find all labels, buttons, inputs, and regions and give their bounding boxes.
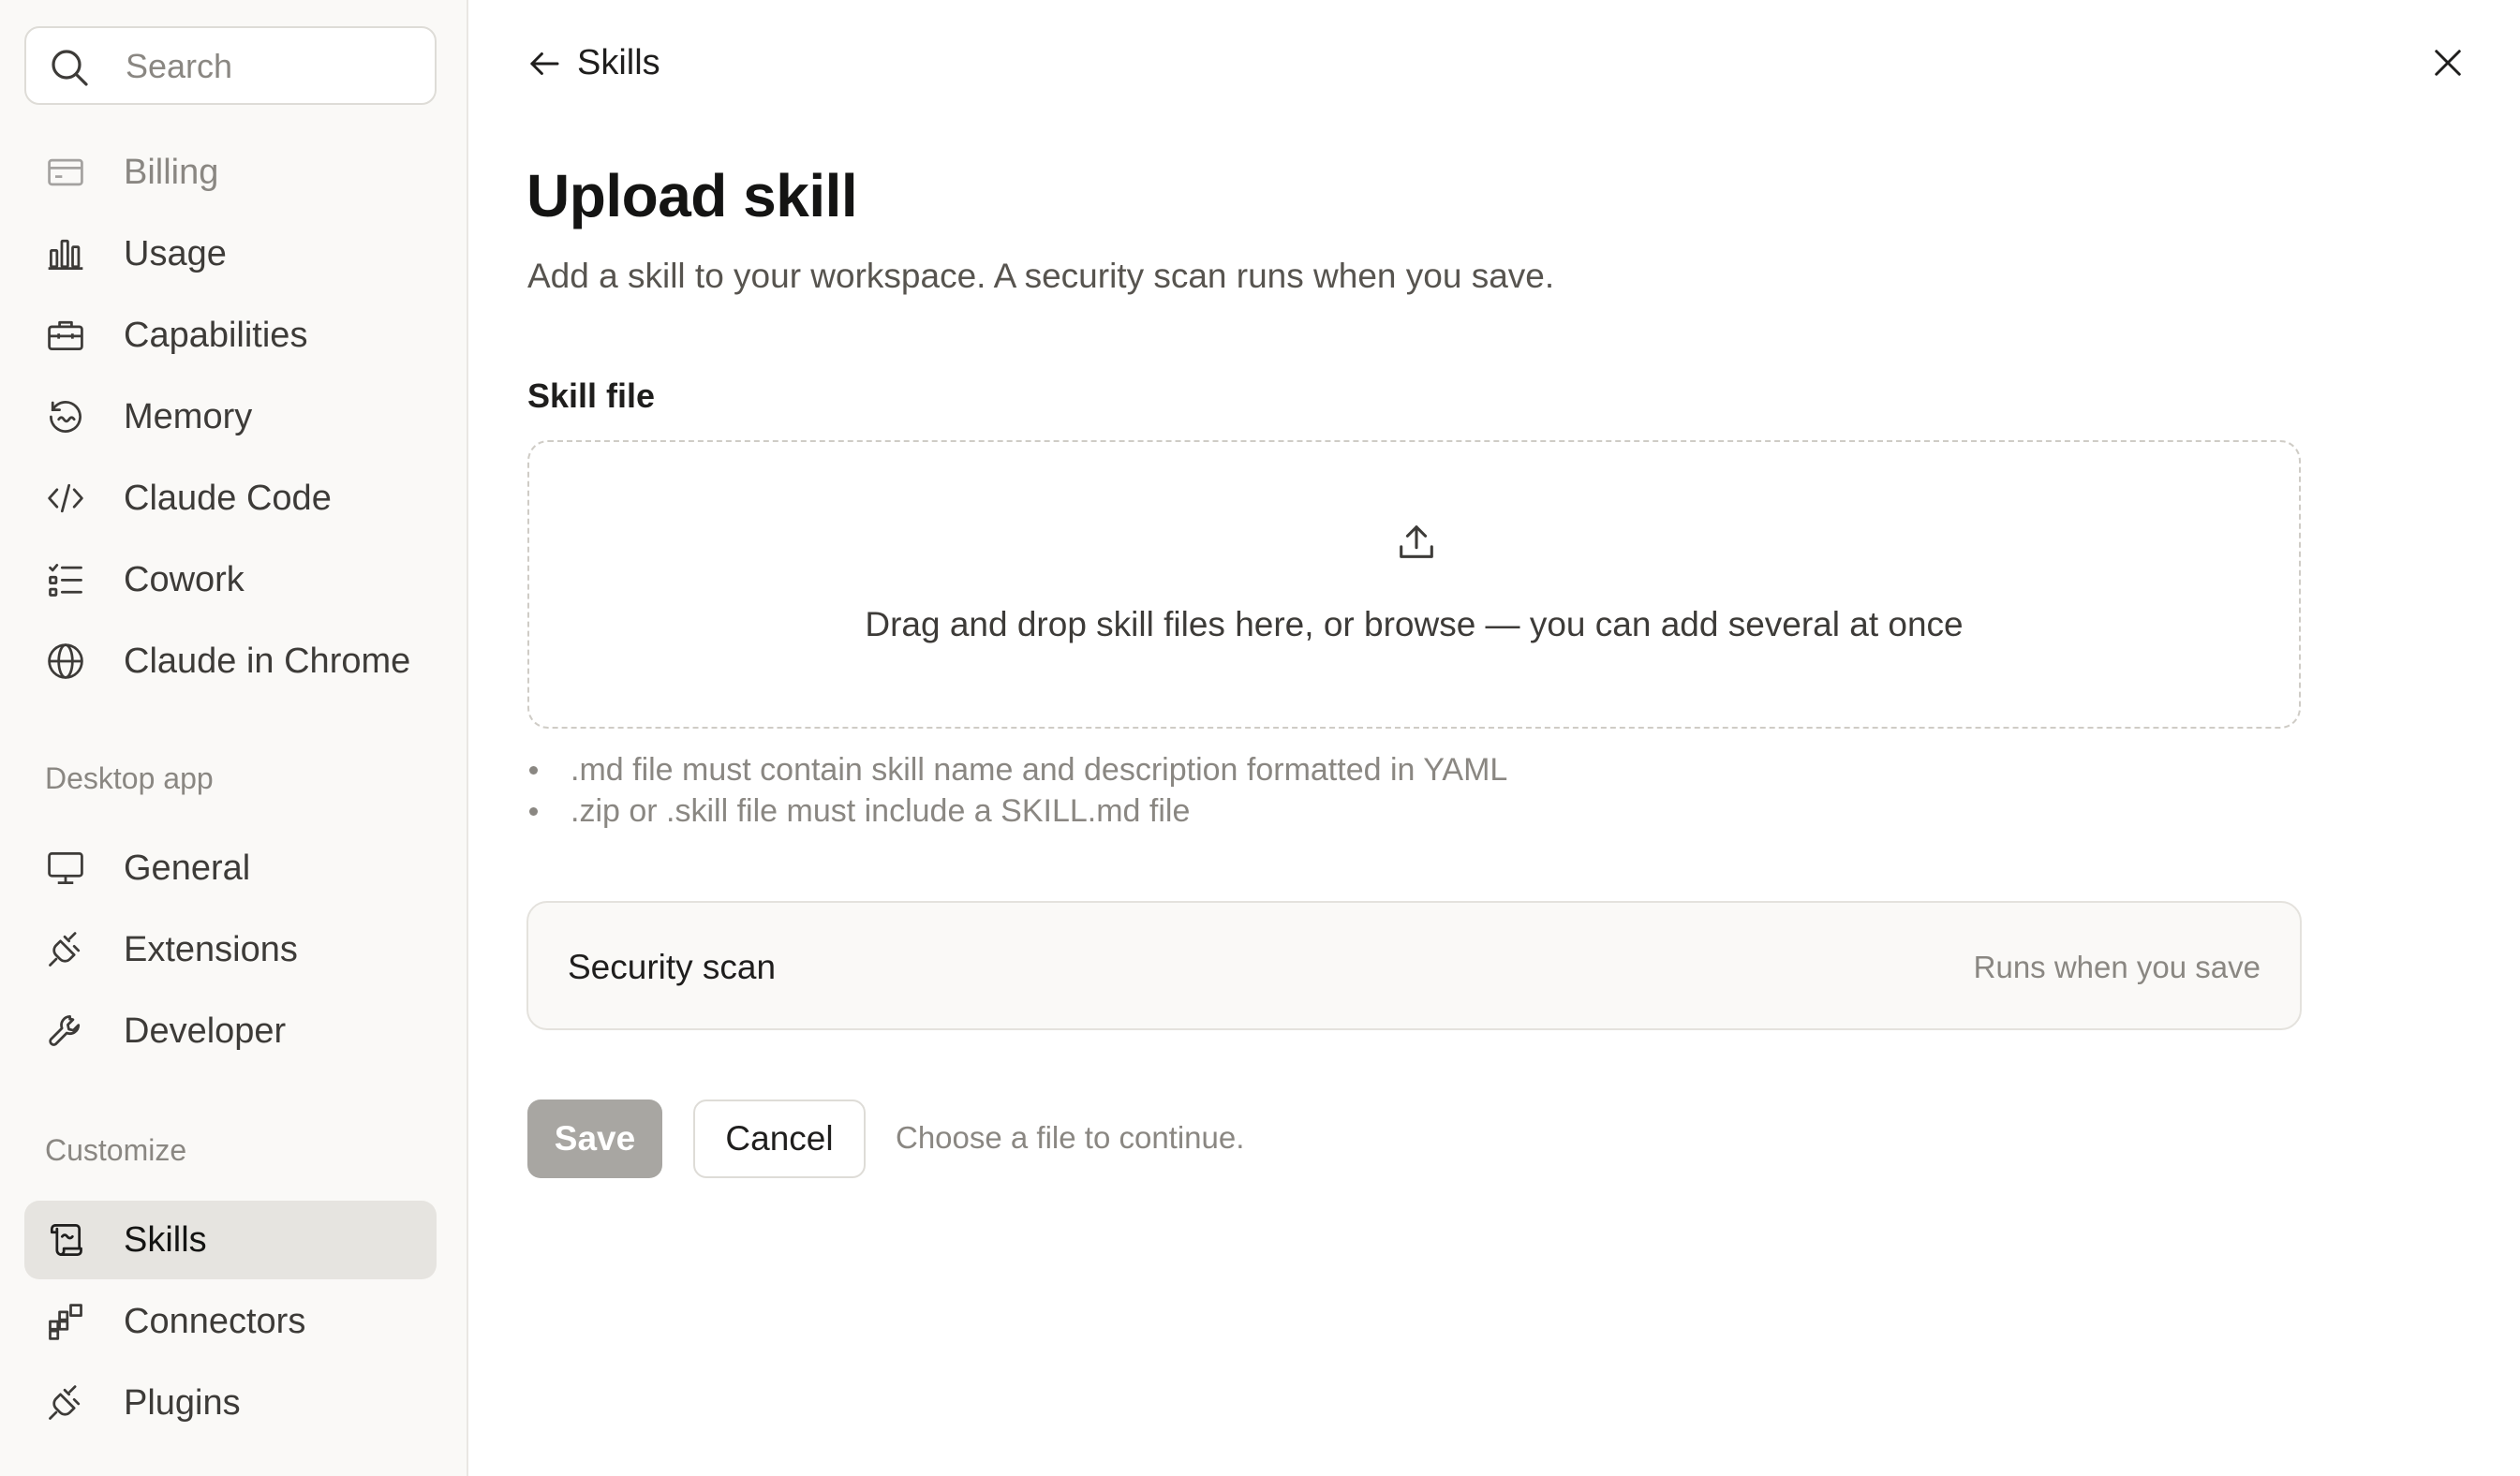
sidebar-item-label: Skills	[124, 1220, 207, 1260]
main-panel: Skills Upload skill Add a skill to your …	[468, 0, 2520, 1476]
sidebar-item-billing[interactable]: Billing	[24, 133, 437, 212]
sidebar: Billing Usage Capabilities Memory Claude	[0, 0, 468, 1476]
search-box[interactable]	[24, 26, 437, 105]
form-hint: Choose a file to continue.	[896, 1120, 1245, 1155]
cancel-button[interactable]: Cancel	[693, 1100, 866, 1178]
file-dropzone[interactable]: Drag and drop skill files here, or brows…	[527, 440, 2301, 729]
checklist-icon	[45, 559, 86, 600]
sidebar-item-claude-in-chrome[interactable]: Claude in Chrome	[24, 622, 437, 701]
sidebar-item-memory[interactable]: Memory	[24, 377, 437, 456]
section-label-desktop-app: Desktop app	[45, 761, 214, 795]
security-scan-status: Runs when you save	[1973, 950, 2261, 984]
sidebar-item-skills[interactable]: Skills	[24, 1201, 437, 1279]
close-button[interactable]	[2428, 43, 2468, 82]
wrench-icon	[45, 1011, 86, 1052]
sidebar-item-label: Cowork	[124, 560, 245, 599]
sidebar-item-label: Capabilities	[124, 316, 308, 355]
list-item: .zip or .skill file must include a SKILL…	[527, 790, 1507, 832]
search-icon	[52, 50, 88, 86]
memory-icon	[45, 396, 86, 437]
monitor-icon	[45, 848, 86, 889]
list-item: .md file must contain skill name and des…	[527, 749, 1507, 790]
search-input[interactable]	[126, 45, 425, 88]
plug-icon	[45, 1382, 86, 1424]
credit-card-icon	[45, 152, 86, 193]
upload-icon	[1400, 525, 1433, 558]
sidebar-item-label: Plugins	[124, 1383, 241, 1423]
sidebar-item-label: General	[124, 849, 251, 888]
sidebar-item-label: Claude in Chrome	[124, 642, 411, 681]
sidebar-item-label: Developer	[124, 1011, 287, 1051]
sidebar-item-label: Connectors	[124, 1302, 306, 1341]
sidebar-item-connectors[interactable]: Connectors	[24, 1282, 437, 1361]
page-title: Upload skill	[526, 162, 858, 229]
page-subtitle: Add a skill to your workspace. A securit…	[527, 257, 1555, 295]
sidebar-item-capabilities[interactable]: Capabilities	[24, 296, 437, 375]
security-scan-card: Security scan Runs when you save	[526, 901, 2302, 1030]
sidebar-item-developer[interactable]: Developer	[24, 992, 437, 1070]
sidebar-item-label: Billing	[124, 153, 219, 192]
close-icon	[2435, 50, 2461, 76]
settings-window: Billing Usage Capabilities Memory Claude	[0, 0, 2520, 1476]
sidebar-item-cowork[interactable]: Cowork	[24, 540, 437, 619]
sidebar-item-extensions[interactable]: Extensions	[24, 910, 437, 989]
skill-file-label: Skill file	[527, 376, 656, 415]
back-button[interactable]: Skills	[525, 43, 660, 83]
security-scan-title: Security scan	[568, 948, 777, 986]
sidebar-item-label: Memory	[124, 397, 253, 436]
dropzone-text: Drag and drop skill files here, or brows…	[865, 605, 1964, 643]
globe-icon	[45, 641, 86, 682]
connectors-icon	[45, 1301, 86, 1342]
sidebar-item-usage[interactable]: Usage	[24, 214, 437, 293]
file-requirements-list: .md file must contain skill name and des…	[527, 749, 1507, 832]
sidebar-item-label: Claude Code	[124, 479, 332, 518]
sidebar-item-label: Usage	[124, 234, 227, 273]
briefcase-icon	[45, 315, 86, 356]
sidebar-item-label: Extensions	[124, 930, 298, 969]
bar-chart-icon	[45, 233, 86, 274]
code-icon	[45, 478, 86, 519]
sidebar-item-claude-code[interactable]: Claude Code	[24, 459, 437, 538]
section-label-customize: Customize	[45, 1133, 187, 1167]
scroll-icon	[45, 1219, 86, 1261]
sidebar-item-plugins[interactable]: Plugins	[24, 1364, 437, 1442]
arrow-left-icon	[530, 52, 559, 75]
plug-icon	[45, 929, 86, 970]
save-button[interactable]: Save	[527, 1100, 662, 1178]
back-label: Skills	[577, 43, 660, 82]
sidebar-item-general[interactable]: General	[24, 829, 437, 908]
